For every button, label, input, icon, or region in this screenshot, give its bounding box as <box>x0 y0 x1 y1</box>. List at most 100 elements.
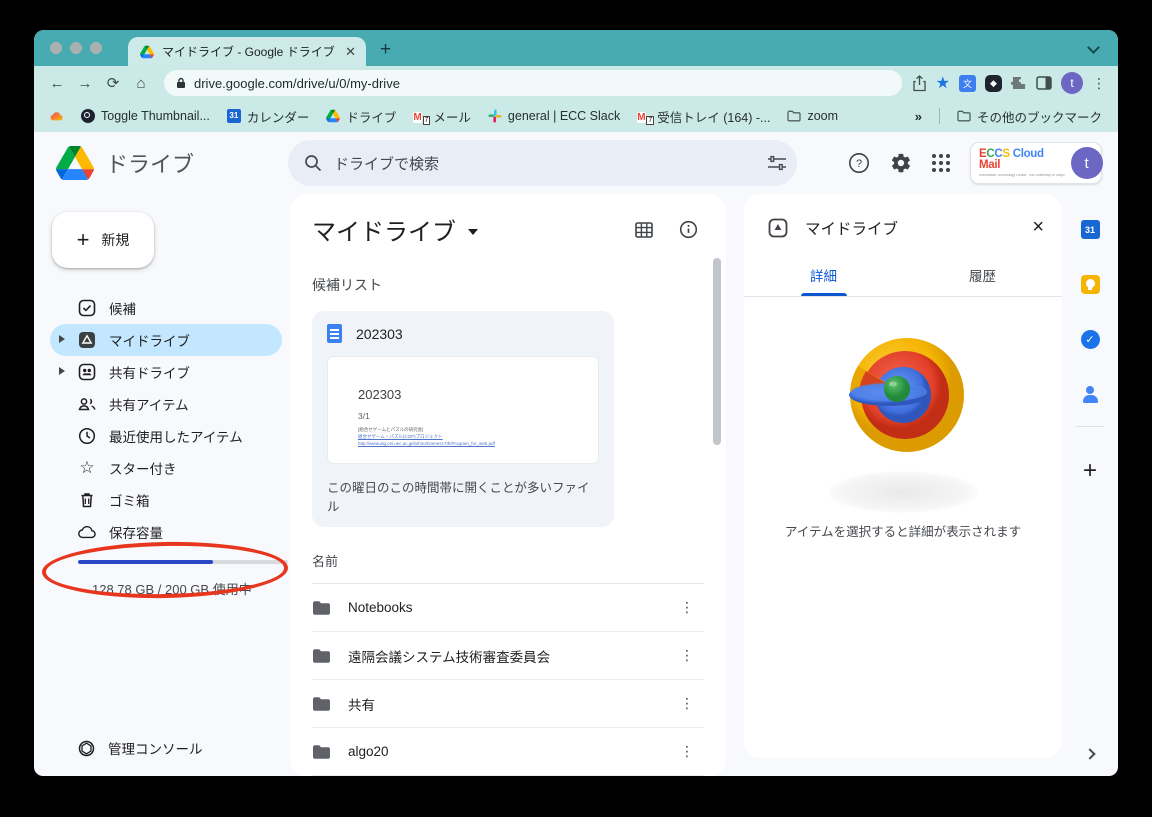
tab-close-icon[interactable]: ✕ <box>343 44 358 60</box>
sidebar-item-starred[interactable]: ☆ スター付き <box>50 452 282 484</box>
share-icon[interactable] <box>912 75 927 92</box>
expand-panel-chevron-icon[interactable] <box>1084 748 1095 759</box>
browser-tab[interactable]: マイドライブ - Google ドライブ ✕ <box>128 37 366 66</box>
scrollbar[interactable] <box>713 258 721 445</box>
file-preview-thumbnail[interactable]: 202303 3/1 [組合せゲームとパズルの研究会] 組合せゲーム・パズル(C… <box>327 356 599 464</box>
browser-window: マイドライブ - Google ドライブ ✕ + ← → ⟳ ⌂ drive.g… <box>34 30 1118 776</box>
new-button[interactable]: +新規 <box>52 212 154 268</box>
translate-icon[interactable]: 文 <box>959 75 976 92</box>
close-window-button[interactable] <box>50 42 62 54</box>
bookmark-zoom-folder[interactable]: zoom <box>787 109 838 123</box>
browser-avatar[interactable]: t <box>1061 72 1083 94</box>
browser-menu-icon[interactable]: ⋮ <box>1092 75 1106 92</box>
title-dropdown-icon[interactable] <box>468 229 478 235</box>
tab-activity[interactable]: 履歴 <box>903 265 1062 296</box>
bookmark-cloud[interactable] <box>50 109 64 123</box>
bookmarks-overflow-icon[interactable]: » <box>915 109 922 124</box>
bookmark-drive[interactable]: ドライブ <box>326 107 396 126</box>
bookmark-slack[interactable]: general | ECC Slack <box>488 109 620 123</box>
row-menu-icon[interactable]: ⋮ <box>670 743 704 760</box>
gmail-icon: M7 <box>637 109 651 123</box>
zoom-window-button[interactable] <box>90 42 102 54</box>
expand-caret-icon[interactable] <box>59 335 65 343</box>
tasks-icon[interactable]: ✓ <box>1081 330 1100 349</box>
account-avatar[interactable]: t <box>1071 147 1103 179</box>
minimize-window-button[interactable] <box>70 42 82 54</box>
file-row[interactable]: 共有 ⋮ <box>312 680 704 728</box>
search-options-icon[interactable] <box>767 154 787 172</box>
settings-gear-icon[interactable] <box>890 152 912 174</box>
add-addon-icon[interactable]: + <box>1083 457 1097 485</box>
folder-icon <box>312 648 331 664</box>
file-row[interactable]: Notebooks ⋮ <box>312 584 704 632</box>
apps-grid-icon[interactable] <box>932 154 950 172</box>
search-icon <box>304 154 322 172</box>
details-panel: マイドライブ × 詳細 履歴 <box>744 194 1062 758</box>
keep-icon[interactable] <box>1081 275 1100 294</box>
contacts-icon[interactable] <box>1081 385 1100 404</box>
bookmark-calendar[interactable]: 31カレンダー <box>227 107 310 126</box>
bookmark-inbox[interactable]: M7受信トレイ (164) -... <box>637 107 770 126</box>
sidebar-item-suggested[interactable]: 候補 <box>50 292 282 324</box>
sidebar-item-shared-with-me[interactable]: 共有アイテム <box>50 388 282 420</box>
row-menu-icon[interactable]: ⋮ <box>670 695 704 712</box>
rail-divider <box>1076 426 1104 427</box>
sidebar-item-trash[interactable]: ゴミ箱 <box>50 484 282 516</box>
file-row[interactable]: algo20 ⋮ <box>312 728 704 776</box>
row-menu-icon[interactable]: ⋮ <box>670 647 704 664</box>
suggested-file-name: 202303 <box>356 326 403 342</box>
trash-icon <box>78 491 96 509</box>
bookmark-star-icon[interactable]: ★ <box>936 73 950 93</box>
extension-badge-icon[interactable]: ◆ <box>985 75 1002 92</box>
docs-file-icon <box>327 324 342 343</box>
file-browser-panel: マイドライブ 候補リスト 202303 202303 3/1 [組合せゲーム <box>290 194 726 776</box>
home-icon[interactable]: ⌂ <box>128 75 154 92</box>
reload-icon[interactable]: ⟳ <box>100 74 126 92</box>
bookmark-toggle-thumbnail[interactable]: Toggle Thumbnail... <box>81 109 210 123</box>
eccs-logo: ECCS Cloud Mail Information Technology C… <box>979 149 1065 178</box>
tab-search-chevron-icon[interactable] <box>1087 41 1100 54</box>
help-icon[interactable]: ? <box>848 152 870 174</box>
sidebar-item-shared-drives[interactable]: 共有ドライブ <box>50 356 282 388</box>
search-bar[interactable]: ドライブで検索 <box>288 140 797 186</box>
side-panel-icon[interactable] <box>1036 76 1052 90</box>
tab-details[interactable]: 詳細 <box>744 265 903 296</box>
my-drive-outline-icon <box>768 218 788 238</box>
drive-logo-block[interactable]: ドライブ <box>56 146 288 180</box>
page-title[interactable]: マイドライブ <box>312 212 456 247</box>
grid-view-icon[interactable] <box>635 222 653 238</box>
slack-icon <box>488 109 502 123</box>
eccs-subtext: Information Technology Center, The Unive… <box>979 174 1065 178</box>
column-header-name[interactable]: 名前 <box>312 551 704 584</box>
extensions-puzzle-icon[interactable] <box>1011 75 1027 91</box>
header-actions: ? ECCS Cloud Mail Information Technology… <box>848 142 1102 184</box>
other-bookmarks[interactable]: その他のブックマーク <box>957 107 1102 126</box>
forward-icon[interactable]: → <box>72 75 98 92</box>
file-row[interactable]: 遠隔会議システム技術審査委員会 ⋮ <box>312 632 704 680</box>
row-menu-icon[interactable]: ⋮ <box>670 599 704 616</box>
url-bar[interactable]: drive.google.com/drive/u/0/my-drive <box>164 70 902 96</box>
storage-progress-fill <box>78 560 213 564</box>
illustration-shadow <box>828 471 978 513</box>
new-tab-button[interactable]: + <box>380 39 391 61</box>
account-badge[interactable]: ECCS Cloud Mail Information Technology C… <box>970 142 1102 184</box>
search-placeholder: ドライブで検索 <box>334 153 755 174</box>
drive-body: +新規 候補 マイドライブ 共有ドライブ 共有アイテム 最近使用し <box>34 194 1118 776</box>
side-panel-rail: 31 ✓ + <box>1062 194 1118 776</box>
cloud-icon <box>78 523 96 541</box>
traffic-lights[interactable] <box>50 42 102 54</box>
suggestions-label: 候補リスト <box>312 275 712 295</box>
admin-console-link[interactable]: 管理コンソール <box>50 738 282 764</box>
folder-icon <box>787 109 801 123</box>
sidebar-item-storage[interactable]: 保存容量 <box>50 516 282 548</box>
close-icon[interactable]: × <box>1032 216 1044 239</box>
calendar-icon[interactable]: 31 <box>1081 220 1100 239</box>
sidebar-item-recent[interactable]: 最近使用したアイテム <box>50 420 282 452</box>
back-icon[interactable]: ← <box>44 75 70 92</box>
sidebar-item-my-drive[interactable]: マイドライブ <box>50 324 282 356</box>
bookmark-mail[interactable]: M7メール <box>413 107 471 126</box>
expand-caret-icon[interactable] <box>59 367 65 375</box>
suggested-file-card[interactable]: 202303 202303 3/1 [組合せゲームとパズルの研究会] 組合せゲー… <box>312 311 614 527</box>
url-text: drive.google.com/drive/u/0/my-drive <box>194 76 400 91</box>
info-icon[interactable] <box>679 220 698 239</box>
